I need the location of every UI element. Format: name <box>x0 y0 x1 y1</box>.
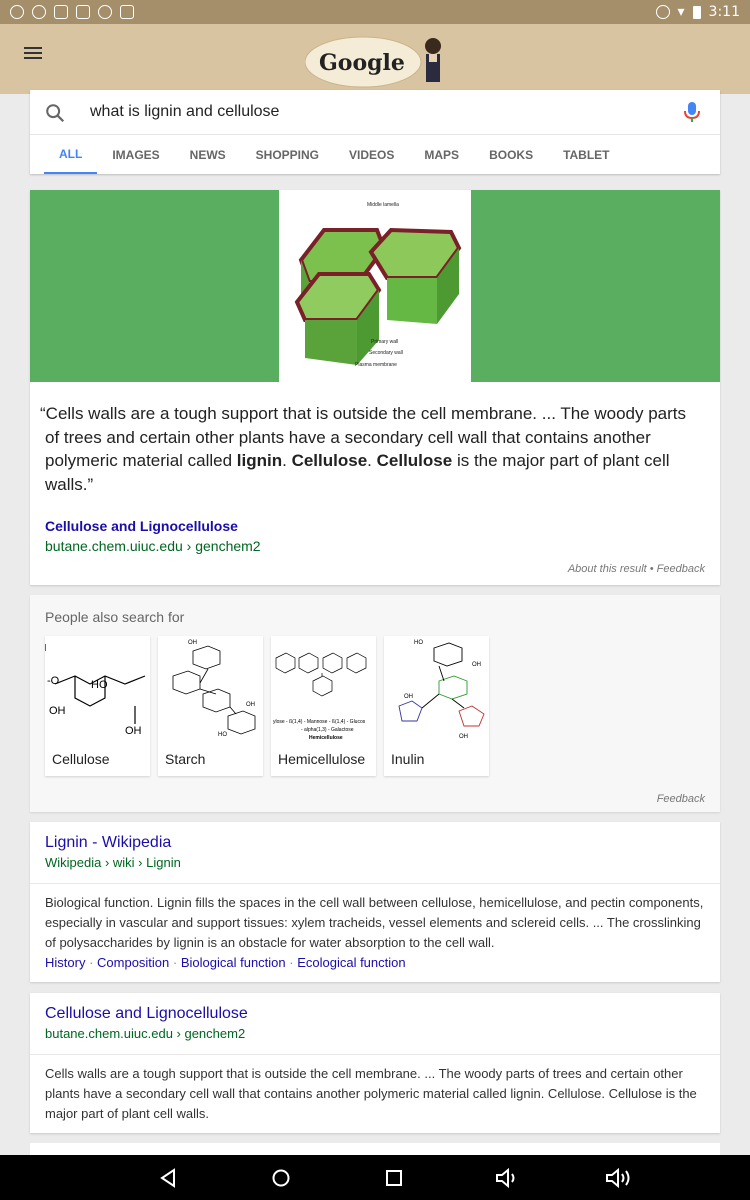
record-icon <box>98 5 112 19</box>
hemicellulose-structure-image: ylose - ß(1,4) - Mannose - ß(1,4) - Gluc… <box>273 652 367 741</box>
pas-item-inulin[interactable]: HO OH OH OH Inulin <box>384 636 489 776</box>
snippet-quote: “Cells walls are a tough support that is… <box>40 404 687 494</box>
home-icon[interactable] <box>270 1167 292 1189</box>
search-icon[interactable] <box>42 90 86 135</box>
result-title-link[interactable]: Lignin - Wikipedia <box>45 834 705 852</box>
svg-text:Secondary wall: Secondary wall <box>369 350 403 356</box>
svg-text:OH: OH <box>459 734 468 740</box>
cellulose-structure-image: -O HO OH OH <box>44 644 146 737</box>
tab-news[interactable]: NEWS <box>175 135 241 174</box>
svg-text:Google: Google <box>319 50 405 76</box>
result-snippet: Biological function. Lignin fills the sp… <box>30 884 720 973</box>
tab-videos[interactable]: VIDEOS <box>334 135 409 174</box>
pas-item-cellulose[interactable]: -O HO OH OH Cellulose <box>44 636 150 776</box>
app-icon <box>54 5 68 19</box>
status-bar: ▾ 3:11 <box>0 0 750 24</box>
snippet-feedback-link[interactable]: About this result • Feedback <box>568 563 705 575</box>
tab-tablet[interactable]: TABLET <box>548 135 624 174</box>
svg-text:ylose - ß(1,4) - Mannose - ß(1: ylose - ß(1,4) - Mannose - ß(1,4) - Gluc… <box>273 719 366 725</box>
svg-text:OH: OH <box>472 662 481 668</box>
search-input[interactable]: what is lignin and cellulose <box>90 103 682 121</box>
search-tabs: ALL IMAGES NEWS SHOPPING VIDEOS MAPS BOO… <box>30 135 720 174</box>
search-card: what is lignin and cellulose ALL IMAGES … <box>30 90 720 174</box>
volume-up-icon[interactable] <box>604 1167 634 1189</box>
sitelink-biological-function[interactable]: Biological function <box>181 955 286 970</box>
result-title-link[interactable]: Cellulose and Lignocellulose <box>45 1005 705 1023</box>
tab-all[interactable]: ALL <box>44 135 98 174</box>
starch-structure-image: OH OH HO <box>172 640 256 738</box>
sitelink-composition[interactable]: Composition <box>97 955 169 970</box>
tab-maps[interactable]: MAPS <box>409 135 474 174</box>
snippet-title-link[interactable]: Cellulose and Lignocellulose <box>45 518 238 534</box>
sync-icon <box>32 5 46 19</box>
menu-icon[interactable] <box>24 47 44 61</box>
sitelink-ecological-function[interactable]: Ecological function <box>297 955 405 970</box>
result-snippet: Cells walls are a tough support that is … <box>45 1066 697 1121</box>
result-card: Lignin - Wikipedia Wikipedia › wiki › Li… <box>30 822 720 982</box>
pas-item-starch[interactable]: OH OH HO Starch <box>158 636 263 776</box>
result-card: Cellulose and Lignocellulose butane.chem… <box>30 993 720 1133</box>
svg-text:OH: OH <box>404 694 413 700</box>
result-url: Wikipedia › wiki › Lignin <box>45 855 181 870</box>
svg-text:OH: OH <box>188 640 197 646</box>
google-doodle[interactable]: Google <box>305 32 445 88</box>
svg-text:OH: OH <box>49 705 66 717</box>
featured-snippet: Middle lamella Primary wall Secondary wa… <box>30 190 720 585</box>
svg-text:HO: HO <box>91 679 108 691</box>
tab-images[interactable]: IMAGES <box>97 135 174 174</box>
sitelink-history[interactable]: History <box>45 955 85 970</box>
volume-down-icon[interactable] <box>494 1167 520 1189</box>
pas-feedback-link[interactable]: Feedback <box>657 793 705 805</box>
svg-text:-O: -O <box>47 675 60 687</box>
pulse-icon <box>10 5 24 19</box>
alarm-icon <box>655 5 670 19</box>
svg-text:Plasma membrane: Plasma membrane <box>355 362 397 368</box>
android-nav-bar <box>0 1155 750 1200</box>
pas-title: People also search for <box>45 609 185 625</box>
snippet-banner: Middle lamella Primary wall Secondary wa… <box>30 190 720 382</box>
svg-text:Hemicellulose: Hemicellulose <box>309 735 343 741</box>
svg-text:HO: HO <box>218 732 227 738</box>
tab-shopping[interactable]: SHOPPING <box>241 135 334 174</box>
notification-icon <box>76 5 90 19</box>
people-also-search: People also search for -O HO OH OH Cellu… <box>30 595 720 812</box>
recents-icon[interactable] <box>383 1167 405 1189</box>
svg-text:- alpha(1,3) - Galactose: - alpha(1,3) - Galactose <box>301 727 354 733</box>
status-time: 3:11 <box>708 4 740 20</box>
battery-icon <box>692 5 701 19</box>
result-url: butane.chem.uiuc.edu › genchem2 <box>45 1026 246 1041</box>
header: Google <box>0 24 750 94</box>
result-sitelinks: History · Composition · Biological funct… <box>45 955 406 970</box>
svg-text:OH: OH <box>125 725 142 737</box>
back-icon[interactable] <box>158 1167 180 1189</box>
next-result-card <box>30 1143 720 1155</box>
svg-text:Primary wall: Primary wall <box>371 339 398 345</box>
svg-text:Middle lamella: Middle lamella <box>367 202 399 208</box>
svg-text:HO: HO <box>414 640 423 646</box>
wifi-icon: ▾ <box>677 4 685 20</box>
svg-text:OH: OH <box>246 702 255 708</box>
tab-books[interactable]: BOOKS <box>474 135 548 174</box>
pas-item-hemicellulose[interactable]: ylose - ß(1,4) - Mannose - ß(1,4) - Gluc… <box>271 636 376 776</box>
image-icon <box>120 5 134 19</box>
mic-icon[interactable] <box>682 100 702 124</box>
snippet-url: butane.chem.uiuc.edu › genchem2 <box>45 538 261 554</box>
inulin-structure-image: HO OH OH OH <box>398 640 485 740</box>
cell-wall-diagram[interactable]: Middle lamella Primary wall Secondary wa… <box>279 190 471 382</box>
